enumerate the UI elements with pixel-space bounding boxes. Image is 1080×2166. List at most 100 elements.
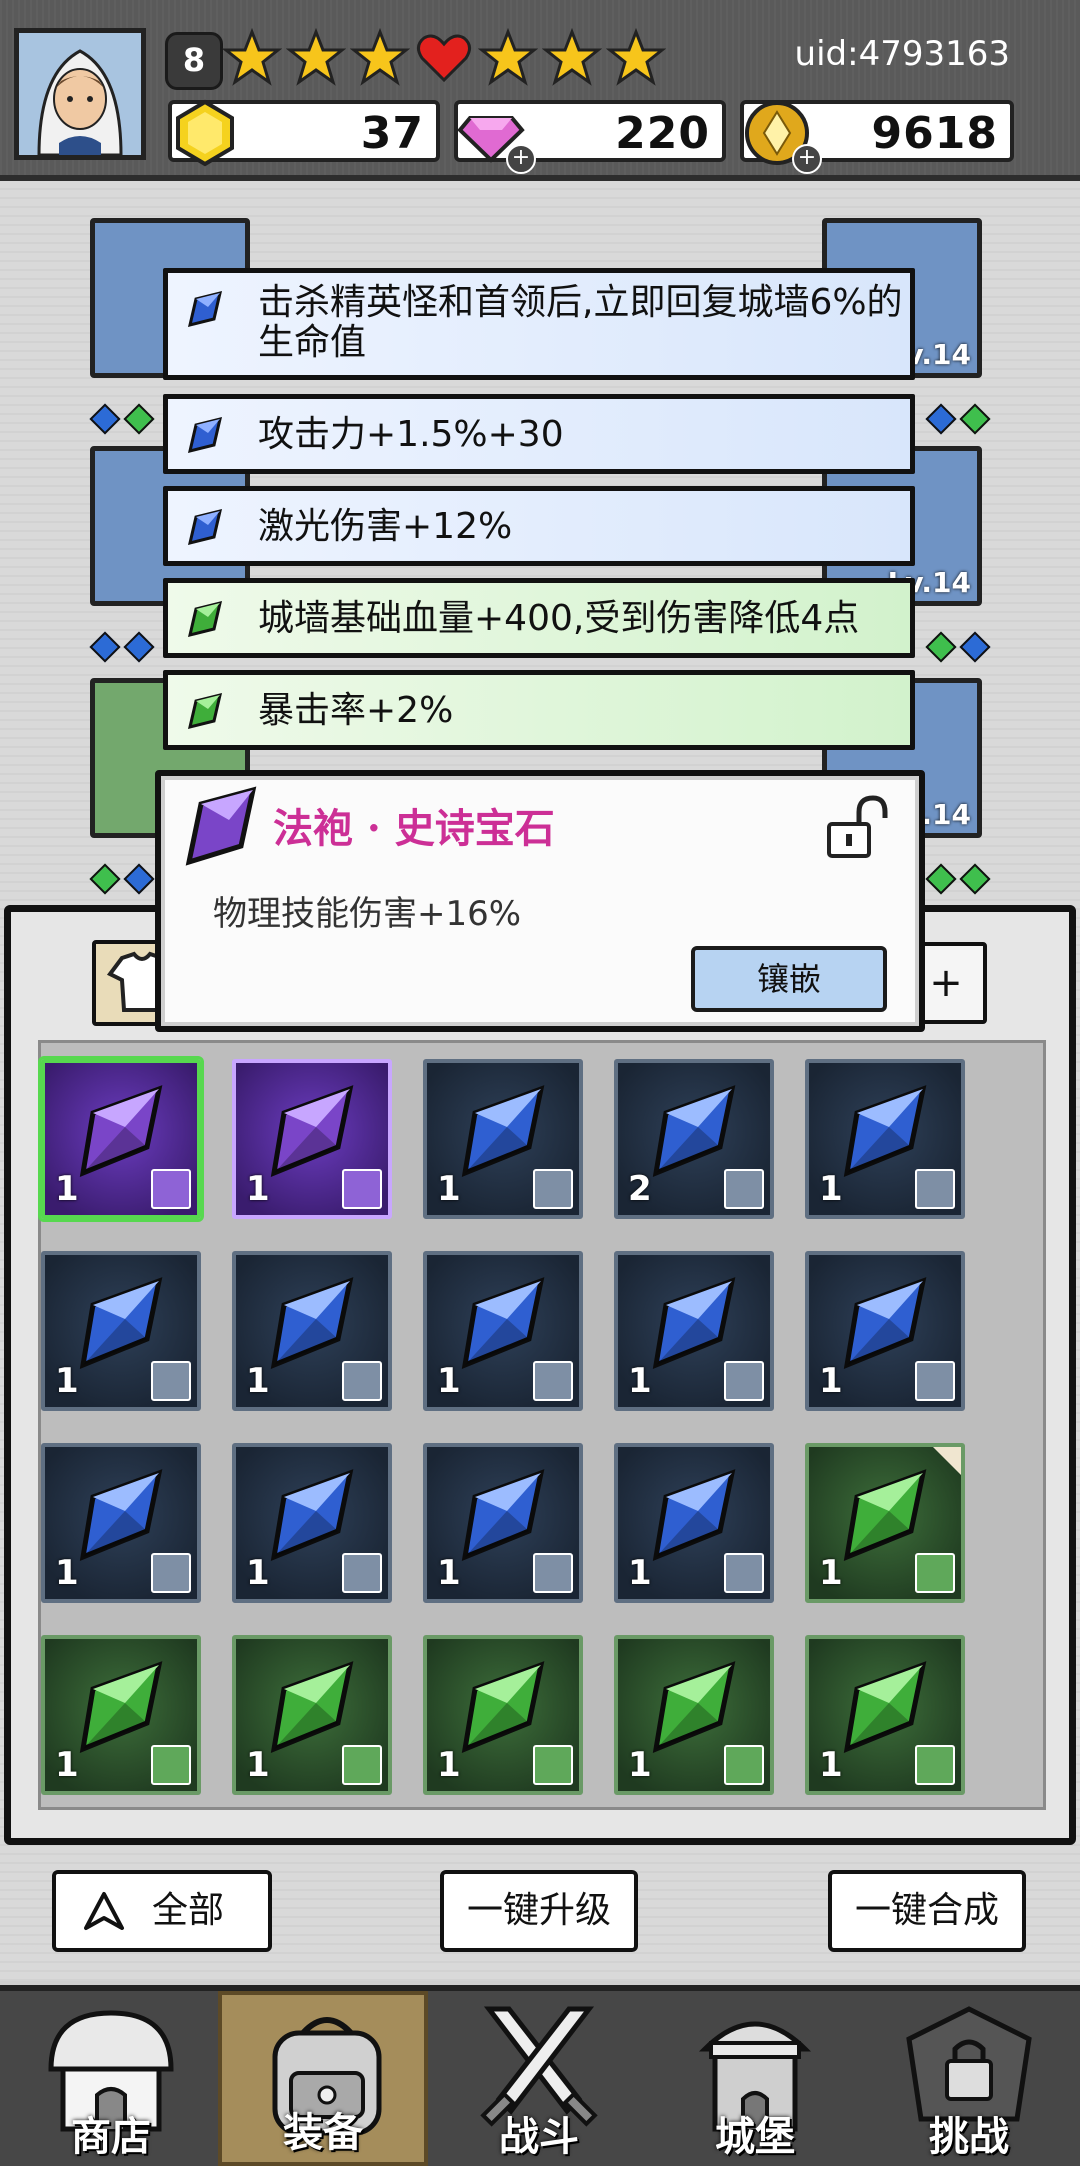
gem-count: 1 — [437, 1169, 461, 1209]
attribute-row: 暴击率+2% — [163, 670, 915, 750]
blue-gem-icon — [187, 508, 223, 546]
nav-equipment[interactable]: 装备 — [218, 1991, 428, 2166]
inventory-gem-cell[interactable]: 1 — [232, 1059, 392, 1219]
attribute-text: 攻击力+1.5%+30 — [258, 414, 564, 455]
inventory-gem-cell[interactable]: 1 — [805, 1251, 965, 1411]
inventory-gem-cell[interactable]: 1 — [614, 1251, 774, 1411]
add-coin-button[interactable]: + — [792, 144, 822, 174]
inventory-gem-cell[interactable]: 1 — [41, 1635, 201, 1795]
gem-count: 2 — [628, 1169, 652, 1209]
inventory-gem-cell[interactable]: 1 — [41, 1059, 201, 1219]
robe-slot-icon — [915, 1169, 955, 1209]
star-icon — [286, 28, 346, 86]
gem-count: 1 — [246, 1361, 270, 1401]
bracelet-slot-icon — [724, 1553, 764, 1593]
robe-slot-icon — [533, 1745, 573, 1785]
attribute-text: 击杀精英怪和首领后,立即回复城墙6%的生命值 — [258, 282, 903, 363]
nav-shop[interactable]: 商店 — [6, 1991, 216, 2166]
star-icon — [222, 28, 282, 86]
inventory-gem-cell[interactable]: 1 — [423, 1635, 583, 1795]
robe-slot-icon — [151, 1745, 191, 1785]
new-corner-flag — [933, 1447, 961, 1475]
inventory-gem-cell[interactable]: 1 — [614, 1635, 774, 1795]
staff-slot-icon — [724, 1361, 764, 1401]
gold-gem-icon — [176, 99, 234, 167]
ring-slot-icon — [915, 1553, 955, 1593]
bracelet-slot-icon — [533, 1553, 573, 1593]
attribute-row: 城墙基础血量+400,受到伤害降低4点 — [163, 578, 915, 658]
nav-castle[interactable]: 城堡 — [650, 1991, 860, 2166]
filter-all-button[interactable]: 全部 — [52, 1870, 272, 1952]
gem-count: 1 — [819, 1169, 843, 1209]
upgrade-all-button[interactable]: 一键升级 — [440, 1870, 638, 1952]
avatar-portrait-icon — [19, 33, 141, 155]
gold-gem-counter: 37 — [168, 99, 440, 167]
robe-slot-icon — [151, 1361, 191, 1401]
diamond-value: 220 — [615, 108, 710, 159]
merge-all-button[interactable]: 一键合成 — [828, 1870, 1026, 1952]
staff-slot-icon — [915, 1745, 955, 1785]
gem-count: 1 — [819, 1553, 843, 1593]
gem-count: 1 — [437, 1553, 461, 1593]
star-icon — [350, 28, 410, 86]
attribute-row: 击杀精英怪和首领后,立即回复城墙6%的生命值 — [163, 268, 915, 380]
gold-gem-value: 37 — [360, 108, 424, 159]
inventory-gem-cell[interactable]: 1 — [41, 1443, 201, 1603]
coin-counter: + 9618 — [740, 100, 1014, 174]
inventory-grid: 1 1 1 2 1 1 1 1 1 1 1 1 1 1 1 1 1 1 1 1 — [38, 1040, 1046, 1810]
star-icon — [542, 28, 602, 86]
inventory-gem-cell[interactable]: 1 — [805, 1635, 965, 1795]
attribute-row: 激光伤害+12% — [163, 486, 915, 566]
inventory-gem-cell[interactable]: 1 — [232, 1635, 392, 1795]
gem-detail-popup: 法袍 · 史诗宝石 物理技能伤害+16% 镶嵌 — [155, 770, 925, 1032]
amulet-slot-icon — [342, 1553, 382, 1593]
inventory-gem-cell[interactable]: 1 — [805, 1443, 965, 1603]
diamond-counter: + 220 — [454, 100, 726, 174]
inventory-gem-cell[interactable]: 1 — [232, 1251, 392, 1411]
gem-description: 物理技能伤害+16% — [213, 894, 522, 934]
inventory-gem-cell[interactable]: 1 — [805, 1059, 965, 1219]
inventory-gem-cell[interactable]: 1 — [423, 1251, 583, 1411]
nav-castle-label: 城堡 — [715, 2114, 795, 2160]
player-avatar[interactable] — [14, 28, 146, 160]
green-gem-icon — [187, 600, 223, 638]
nav-challenge-label: 挑战 — [929, 2114, 1009, 2160]
robe-slot-icon — [151, 1169, 191, 1209]
boot-slot-icon — [533, 1361, 573, 1401]
triangle-up-icon — [84, 1892, 124, 1930]
bottom-nav: 商店 装备 战斗 城堡 挑战 — [0, 1985, 1080, 2166]
coin-value: 9618 — [871, 108, 998, 159]
heart-icon — [417, 34, 471, 83]
star-icon — [606, 28, 666, 86]
inventory-gem-cell[interactable]: 1 — [423, 1443, 583, 1603]
nav-battle-label: 战斗 — [499, 2114, 579, 2160]
gem-count: 1 — [55, 1745, 79, 1785]
add-diamond-button[interactable]: + — [506, 144, 536, 174]
staff-slot-icon — [915, 1361, 955, 1401]
inventory-gem-cell[interactable]: 2 — [614, 1059, 774, 1219]
user-id: uid:4793163 — [794, 34, 1010, 74]
attribute-row: 攻击力+1.5%+30 — [163, 394, 915, 474]
gem-count: 1 — [437, 1745, 461, 1785]
inventory-gem-cell[interactable]: 1 — [423, 1059, 583, 1219]
inventory-gem-cell[interactable]: 1 — [614, 1443, 774, 1603]
inlay-button[interactable]: 镶嵌 — [691, 946, 887, 1012]
unlock-icon[interactable] — [821, 792, 891, 862]
gem-count: 1 — [246, 1553, 270, 1593]
nav-challenge[interactable]: 挑战 — [864, 1991, 1074, 2166]
gem-count: 1 — [55, 1169, 79, 1209]
purple-gem-icon — [185, 786, 257, 866]
nav-battle[interactable]: 战斗 — [434, 1991, 644, 2166]
inventory-gem-cell[interactable]: 1 — [232, 1443, 392, 1603]
blue-gem-icon — [187, 416, 223, 454]
gem-count: 1 — [819, 1361, 843, 1401]
boot-slot-icon — [342, 1361, 382, 1401]
inventory-gem-cell[interactable]: 1 — [41, 1251, 201, 1411]
staff-slot-icon — [342, 1169, 382, 1209]
gem-count: 1 — [246, 1745, 270, 1785]
gem-count: 1 — [437, 1361, 461, 1401]
star-rating — [222, 28, 666, 88]
gem-count: 1 — [246, 1169, 270, 1209]
nav-equipment-label: 装备 — [283, 2110, 363, 2156]
green-gem-icon — [187, 692, 223, 730]
